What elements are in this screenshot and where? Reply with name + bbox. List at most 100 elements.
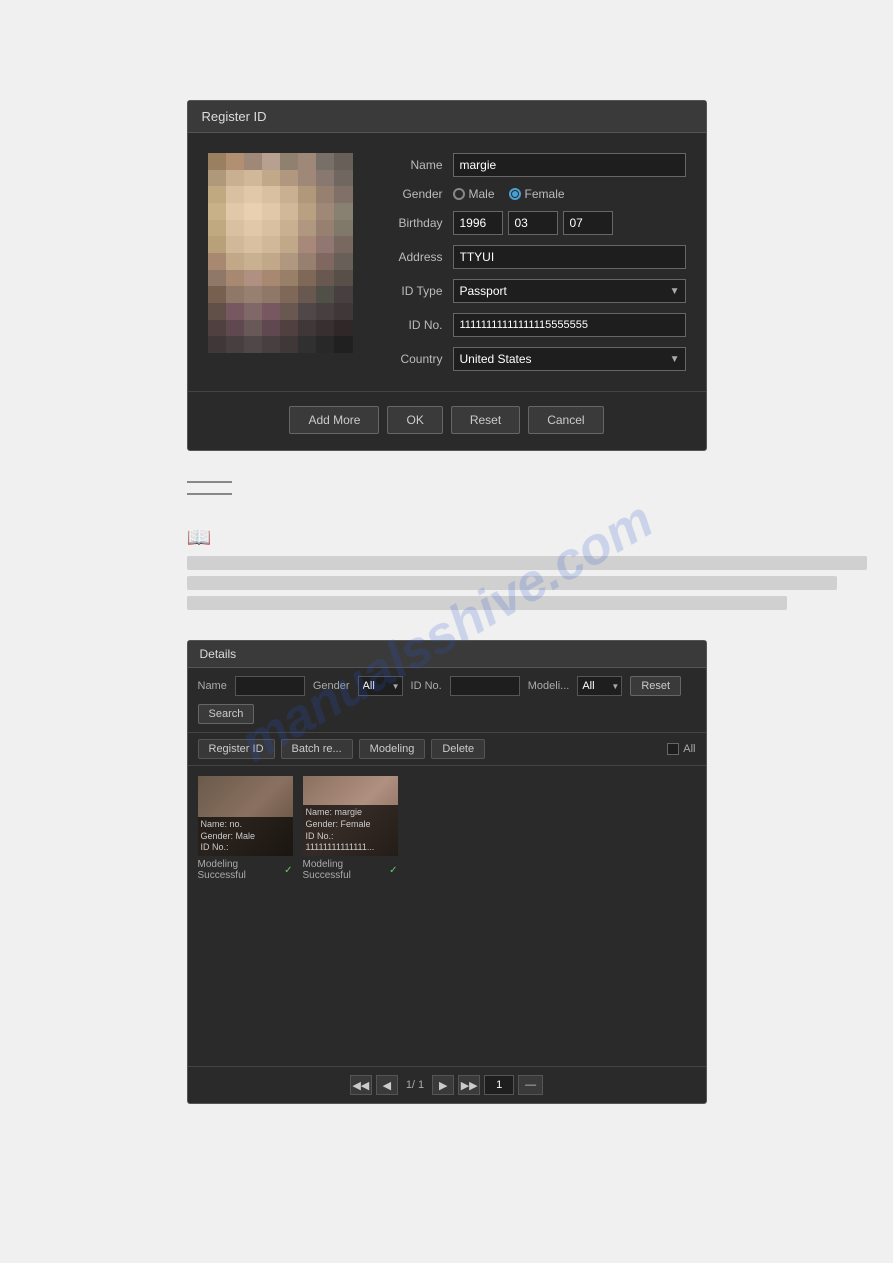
register-dialog: Register ID bbox=[187, 100, 707, 451]
id-no-input[interactable] bbox=[453, 313, 686, 337]
male-label: Male bbox=[469, 187, 495, 201]
delete-action-button[interactable]: Delete bbox=[431, 739, 485, 759]
modeling-action-button[interactable]: Modeling bbox=[359, 739, 426, 759]
reset-button[interactable]: Reset bbox=[451, 406, 520, 434]
divider-1 bbox=[187, 481, 232, 483]
note-line-1 bbox=[187, 556, 867, 570]
person-card-1[interactable]: Name: no. Gender: Male ID No.: Modeling … bbox=[198, 776, 293, 1056]
birthday-row: Birthday bbox=[373, 211, 686, 235]
address-label: Address bbox=[373, 250, 443, 264]
note-line-3 bbox=[187, 596, 787, 610]
gender-label: Gender bbox=[373, 187, 443, 201]
person-card-1-name: Name: no. bbox=[201, 819, 290, 831]
page-jump-button[interactable]: — bbox=[518, 1075, 543, 1095]
female-label: Female bbox=[525, 187, 565, 201]
toolbar-search-button[interactable]: Search bbox=[198, 704, 255, 724]
toolbar-name-input[interactable] bbox=[235, 676, 305, 696]
person-card-2-info: Name: margie Gender: Female ID No.: 1111… bbox=[303, 805, 398, 856]
address-row: Address bbox=[373, 245, 686, 269]
country-select-wrapper: United States China UK Germany France ▼ bbox=[453, 347, 686, 371]
toolbar-idno-input[interactable] bbox=[450, 676, 520, 696]
ok-button[interactable]: OK bbox=[387, 406, 442, 434]
first-page-button[interactable]: ◀◀ bbox=[350, 1075, 372, 1095]
all-checkbox-box bbox=[667, 743, 679, 755]
id-type-label: ID Type bbox=[373, 284, 443, 298]
pagination: ◀◀ ◀ 1/ 1 ▶ ▶▶ — bbox=[188, 1066, 706, 1103]
page-wrapper: Register ID bbox=[0, 0, 893, 1144]
note-line-2 bbox=[187, 576, 837, 590]
id-no-row: ID No. bbox=[373, 313, 686, 337]
page-jump-input[interactable] bbox=[484, 1075, 514, 1095]
person-card-2-status-text: Modeling Successful bbox=[303, 859, 387, 881]
address-input[interactable] bbox=[453, 245, 686, 269]
details-panel: Details Name Gender All Male Female ▼ ID… bbox=[187, 640, 707, 1104]
id-type-select-wrapper: Passport ID Card Driver License ▼ bbox=[453, 279, 686, 303]
birthday-month-input[interactable] bbox=[508, 211, 558, 235]
person-card-1-image: Name: no. Gender: Male ID No.: bbox=[198, 776, 293, 856]
toolbar-modeling-label: Modeli... bbox=[528, 680, 570, 692]
toolbar-idno-label: ID No. bbox=[411, 680, 442, 692]
female-radio-circle bbox=[509, 188, 521, 200]
person-card-1-gender: Gender: Male bbox=[201, 831, 290, 843]
toolbar-modeling-select[interactable]: All Yes No bbox=[577, 676, 622, 696]
dialog-body: Name Gender Male bbox=[188, 133, 706, 391]
birthday-label: Birthday bbox=[373, 216, 443, 230]
register-id-action-button[interactable]: Register ID bbox=[198, 739, 275, 759]
birthday-day-input[interactable] bbox=[563, 211, 613, 235]
page-info-text: 1/ 1 bbox=[402, 1079, 428, 1091]
details-actions: Register ID Batch re... Modeling Delete … bbox=[188, 733, 706, 766]
cancel-button[interactable]: Cancel bbox=[528, 406, 603, 434]
country-label: Country bbox=[373, 352, 443, 366]
batch-re-action-button[interactable]: Batch re... bbox=[281, 739, 353, 759]
toolbar-reset-button[interactable]: Reset bbox=[630, 676, 681, 696]
person-card-2-image: Name: margie Gender: Female ID No.: 1111… bbox=[303, 776, 398, 856]
person-card-2-gender: Gender: Female bbox=[306, 819, 395, 831]
last-page-button[interactable]: ▶▶ bbox=[458, 1075, 480, 1095]
id-type-select[interactable]: Passport ID Card Driver License bbox=[453, 279, 686, 303]
person-card-2-status: Modeling Successful ✓ bbox=[303, 859, 398, 881]
country-row: Country United States China UK Germany F… bbox=[373, 347, 686, 371]
person-card-2[interactable]: Name: margie Gender: Female ID No.: 1111… bbox=[303, 776, 398, 1056]
person-card-2-check-icon: ✓ bbox=[389, 865, 397, 876]
photo-area[interactable] bbox=[208, 153, 353, 353]
person-card-1-check-icon: ✓ bbox=[284, 865, 292, 876]
register-dialog-title: Register ID bbox=[188, 101, 706, 133]
prev-page-button[interactable]: ◀ bbox=[376, 1075, 398, 1095]
name-label: Name bbox=[373, 158, 443, 172]
radio-dot bbox=[512, 191, 518, 197]
gender-female-radio[interactable]: Female bbox=[509, 187, 565, 201]
all-checkbox[interactable]: All bbox=[667, 743, 695, 755]
id-type-row: ID Type Passport ID Card Driver License … bbox=[373, 279, 686, 303]
toolbar-gender-label: Gender bbox=[313, 680, 350, 692]
toolbar-name-label: Name bbox=[198, 680, 227, 692]
country-select[interactable]: United States China UK Germany France bbox=[453, 347, 686, 371]
male-radio-circle bbox=[453, 188, 465, 200]
person-card-2-name: Name: margie bbox=[306, 807, 395, 819]
toolbar-gender-select[interactable]: All Male Female bbox=[358, 676, 403, 696]
birthday-inputs bbox=[453, 211, 613, 235]
next-page-button[interactable]: ▶ bbox=[432, 1075, 454, 1095]
book-icon: 📖 bbox=[187, 525, 707, 550]
person-card-1-idno: ID No.: bbox=[201, 842, 290, 854]
note-section: 📖 bbox=[187, 525, 707, 610]
photo-placeholder bbox=[208, 153, 353, 353]
details-title: Details bbox=[188, 641, 706, 668]
person-card-1-info: Name: no. Gender: Male ID No.: bbox=[198, 817, 293, 856]
divider-section bbox=[187, 481, 707, 495]
gender-male-radio[interactable]: Male bbox=[453, 187, 495, 201]
name-row: Name bbox=[373, 153, 686, 177]
person-card-1-status: Modeling Successful ✓ bbox=[198, 859, 293, 881]
details-toolbar: Name Gender All Male Female ▼ ID No. Mod… bbox=[188, 668, 706, 733]
toolbar-modeling-select-wrapper: All Yes No ▼ bbox=[577, 676, 622, 696]
form-area: Name Gender Male bbox=[373, 153, 686, 371]
all-checkbox-label: All bbox=[683, 743, 695, 755]
id-no-label: ID No. bbox=[373, 318, 443, 332]
gender-radio-group: Male Female bbox=[453, 187, 565, 201]
cards-grid: Name: no. Gender: Male ID No.: Modeling … bbox=[188, 766, 706, 1066]
divider-2 bbox=[187, 493, 232, 495]
add-more-button[interactable]: Add More bbox=[289, 406, 379, 434]
toolbar-gender-select-wrapper: All Male Female ▼ bbox=[358, 676, 403, 696]
person-card-1-status-text: Modeling Successful bbox=[198, 859, 282, 881]
birthday-year-input[interactable] bbox=[453, 211, 503, 235]
name-input[interactable] bbox=[453, 153, 686, 177]
